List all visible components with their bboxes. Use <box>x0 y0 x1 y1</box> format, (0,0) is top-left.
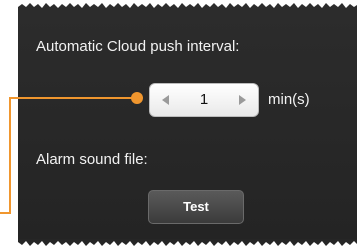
callout-connector <box>0 92 143 214</box>
callout-dot <box>131 92 143 104</box>
